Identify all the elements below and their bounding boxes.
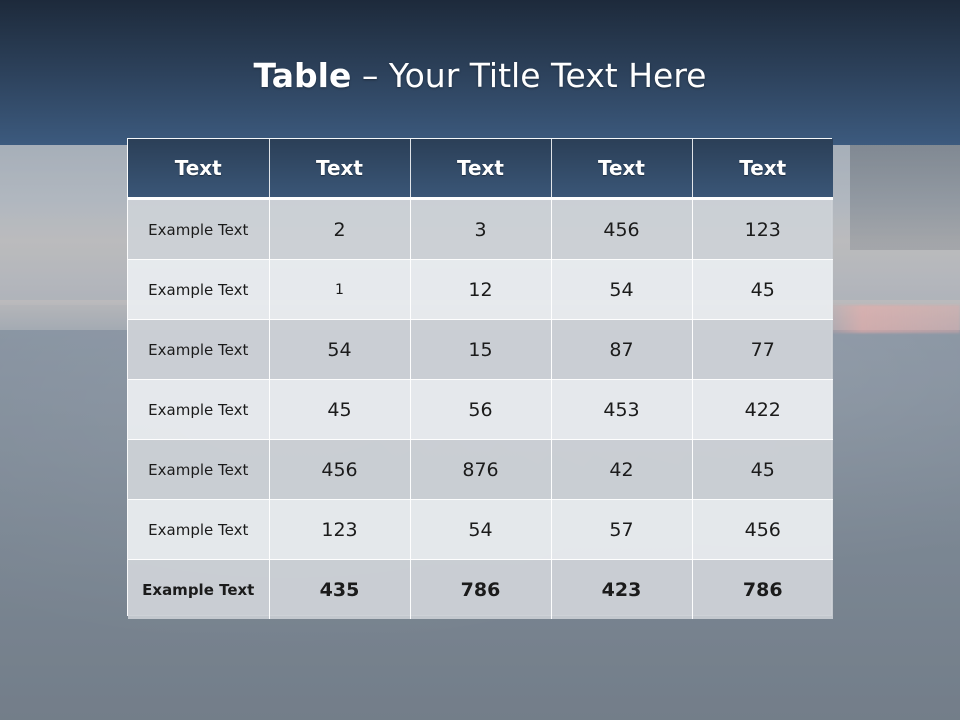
row-label: Example Text	[128, 198, 270, 260]
table-cell: 54	[551, 259, 693, 320]
table-cell: 87	[551, 319, 693, 380]
table-cell: 2	[269, 198, 411, 260]
table-row: Example Text 45 56 453 422	[128, 379, 833, 440]
table-cell: 123	[269, 499, 411, 560]
table-cell: 456	[551, 198, 693, 260]
row-label: Example Text	[128, 439, 270, 500]
table-cell: 45	[692, 439, 833, 500]
slide-title: Table – Your Title Text Here	[0, 56, 960, 96]
table-cell: 453	[551, 379, 693, 440]
table-header-cell: Text	[551, 139, 693, 200]
table-header-row: Text Text Text Text Text	[128, 139, 833, 200]
table-row-total: Example Text 435 786 423 786	[128, 559, 833, 619]
table-row: Example Text 456 876 42 45	[128, 439, 833, 500]
data-table-container: Text Text Text Text Text Example Text 2 …	[127, 138, 833, 619]
table-cell: 1	[269, 259, 411, 320]
table-cell: 12	[410, 259, 552, 320]
table-row: Example Text 1 12 54 45	[128, 259, 833, 320]
table-header-cell: Text	[410, 139, 552, 200]
table-cell: 77	[692, 319, 833, 380]
table-cell: 786	[410, 559, 552, 619]
slide-title-bold: Table	[253, 56, 352, 95]
table-header-cell: Text	[128, 139, 270, 200]
table-cell: 45	[692, 259, 833, 320]
table-row: Example Text 2 3 456 123	[128, 198, 833, 260]
row-label: Example Text	[128, 379, 270, 440]
table-cell: 786	[692, 559, 833, 619]
table-cell: 435	[269, 559, 411, 619]
table-header-cell: Text	[692, 139, 833, 200]
data-table: Text Text Text Text Text Example Text 2 …	[128, 139, 833, 619]
table-cell: 456	[269, 439, 411, 500]
table-cell: 423	[551, 559, 693, 619]
table-cell: 876	[410, 439, 552, 500]
table-cell: 45	[269, 379, 411, 440]
table-row: Example Text 54 15 87 77	[128, 319, 833, 380]
table-cell: 123	[692, 198, 833, 260]
table-cell: 15	[410, 319, 552, 380]
table-cell: 54	[269, 319, 411, 380]
slide: Table – Your Title Text Here Text Text T…	[0, 0, 960, 720]
row-label: Example Text	[128, 259, 270, 320]
row-label: Example Text	[128, 499, 270, 560]
table-cell: 42	[551, 439, 693, 500]
table-cell: 56	[410, 379, 552, 440]
table-cell: 54	[410, 499, 552, 560]
row-label: Example Text	[128, 319, 270, 380]
table-cell: 57	[551, 499, 693, 560]
row-label: Example Text	[128, 559, 270, 619]
table-cell: 456	[692, 499, 833, 560]
slide-title-rest: – Your Title Text Here	[351, 56, 707, 95]
table-row: Example Text 123 54 57 456	[128, 499, 833, 560]
table-header-cell: Text	[269, 139, 411, 200]
table-cell: 3	[410, 198, 552, 260]
table-cell: 422	[692, 379, 833, 440]
